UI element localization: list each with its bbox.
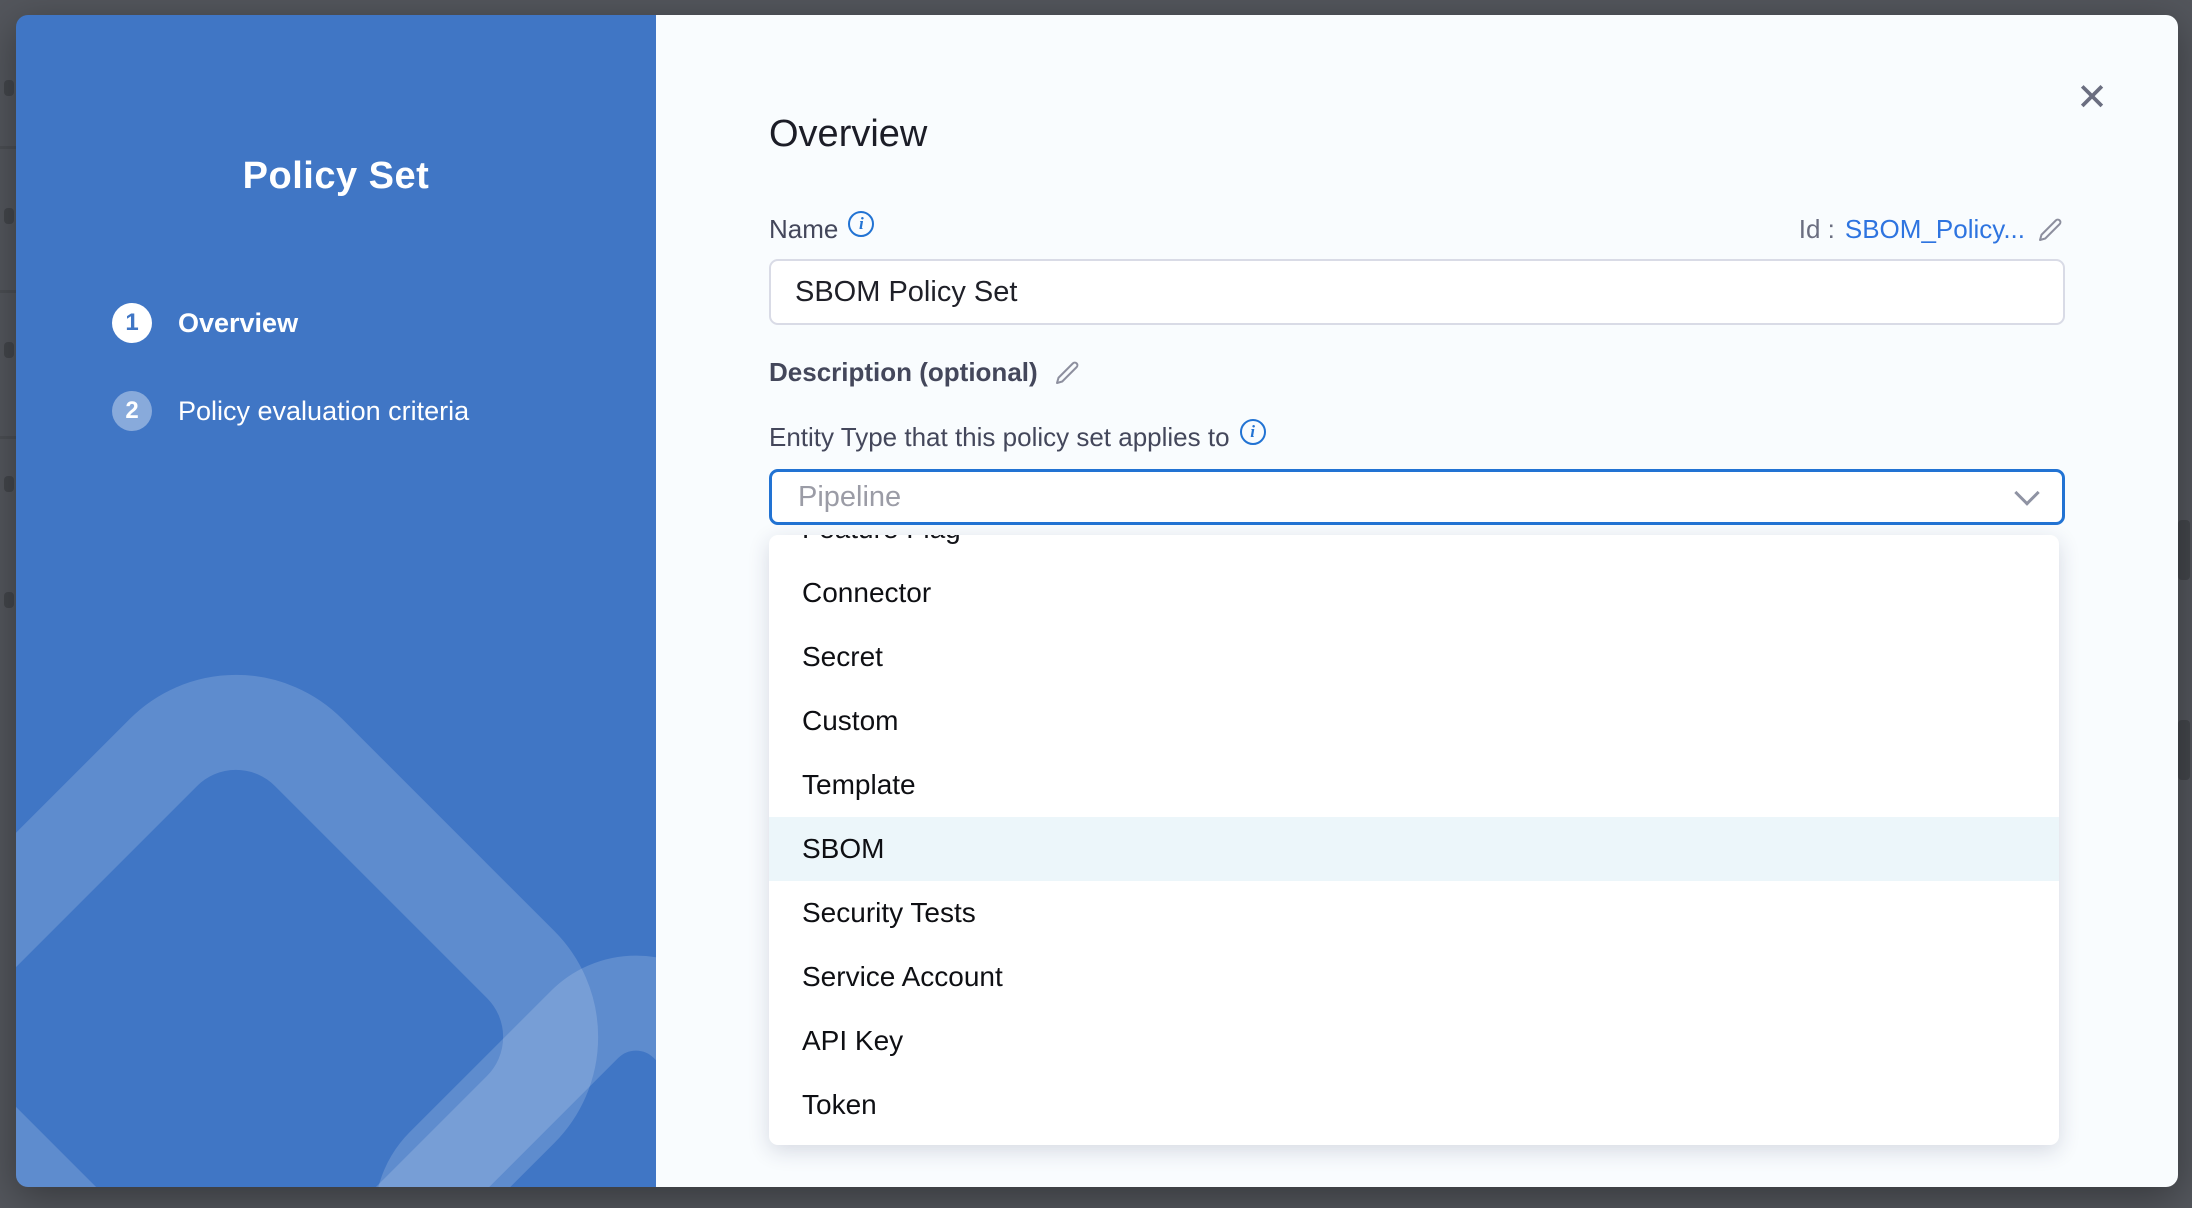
description-label: Description (optional) xyxy=(769,357,1038,388)
background-fragment xyxy=(4,80,14,96)
dropdown-item[interactable]: Security Tests xyxy=(769,881,2059,945)
background-fragment xyxy=(4,208,14,224)
dropdown-item[interactable]: API Key xyxy=(769,1009,2059,1073)
step-overview[interactable]: 1 Overview xyxy=(112,303,656,343)
dropdown-item-partial[interactable]: Feature Flag xyxy=(769,535,2059,561)
wizard-steps: 1 Overview 2 Policy evaluation criteria xyxy=(112,303,656,431)
background-row-line xyxy=(0,290,16,293)
policy-set-modal: Policy Set 1 Overview 2 Policy evaluatio… xyxy=(16,15,2178,1187)
step-number-badge: 2 xyxy=(112,391,152,431)
dropdown-item[interactable]: Template xyxy=(769,753,2059,817)
select-placeholder: Pipeline xyxy=(798,481,901,514)
dropdown-item[interactable]: SBOM xyxy=(769,817,2059,881)
chevron-down-icon xyxy=(2014,480,2039,505)
step-policy-evaluation-criteria[interactable]: 2 Policy evaluation criteria xyxy=(112,391,656,431)
id-prefix: Id : xyxy=(1799,214,1835,245)
entity-type-dropdown: Feature Flag Connector Secret Custom Tem… xyxy=(769,535,2059,1145)
step-label: Overview xyxy=(178,308,298,339)
overview-panel: ✕ Overview Name i Id : SBOM_Policy... xyxy=(656,15,2178,1187)
step-label: Policy evaluation criteria xyxy=(178,396,469,427)
wizard-title: Policy Set xyxy=(16,155,656,198)
background-row-line xyxy=(0,146,16,149)
close-icon[interactable]: ✕ xyxy=(2068,73,2116,121)
edit-id-pencil-icon[interactable] xyxy=(2035,215,2065,245)
dropdown-items: Connector Secret Custom Template SBOM Se… xyxy=(769,561,2059,1137)
name-input[interactable]: SBOM Policy Set xyxy=(769,259,2065,325)
step-number-badge: 1 xyxy=(112,303,152,343)
background-row-line xyxy=(0,436,16,439)
entity-id: Id : SBOM_Policy... xyxy=(1799,214,2065,245)
background-fragment xyxy=(2178,520,2190,580)
dropdown-item[interactable]: Token xyxy=(769,1073,2059,1137)
name-label: Name i xyxy=(769,214,874,245)
entity-type-select[interactable]: Pipeline xyxy=(769,469,2065,525)
edit-description-pencil-icon[interactable] xyxy=(1052,358,1082,388)
dropdown-item[interactable]: Custom xyxy=(769,689,2059,753)
background-fragment xyxy=(4,592,14,608)
background-fragment xyxy=(4,476,14,492)
id-value-link[interactable]: SBOM_Policy... xyxy=(1845,214,2025,245)
dropdown-item[interactable]: Service Account xyxy=(769,945,2059,1009)
wizard-sidebar: Policy Set 1 Overview 2 Policy evaluatio… xyxy=(16,15,656,1187)
info-icon[interactable]: i xyxy=(1240,419,1266,445)
info-icon[interactable]: i xyxy=(848,211,874,237)
dropdown-item[interactable]: Secret xyxy=(769,625,2059,689)
background-fragment xyxy=(2178,720,2190,780)
panel-title: Overview xyxy=(769,113,2065,156)
brand-watermark-icon xyxy=(16,717,656,1187)
entity-type-label: Entity Type that this policy set applies… xyxy=(769,422,2065,453)
background-fragment xyxy=(4,342,14,358)
dropdown-item[interactable]: Connector xyxy=(769,561,2059,625)
